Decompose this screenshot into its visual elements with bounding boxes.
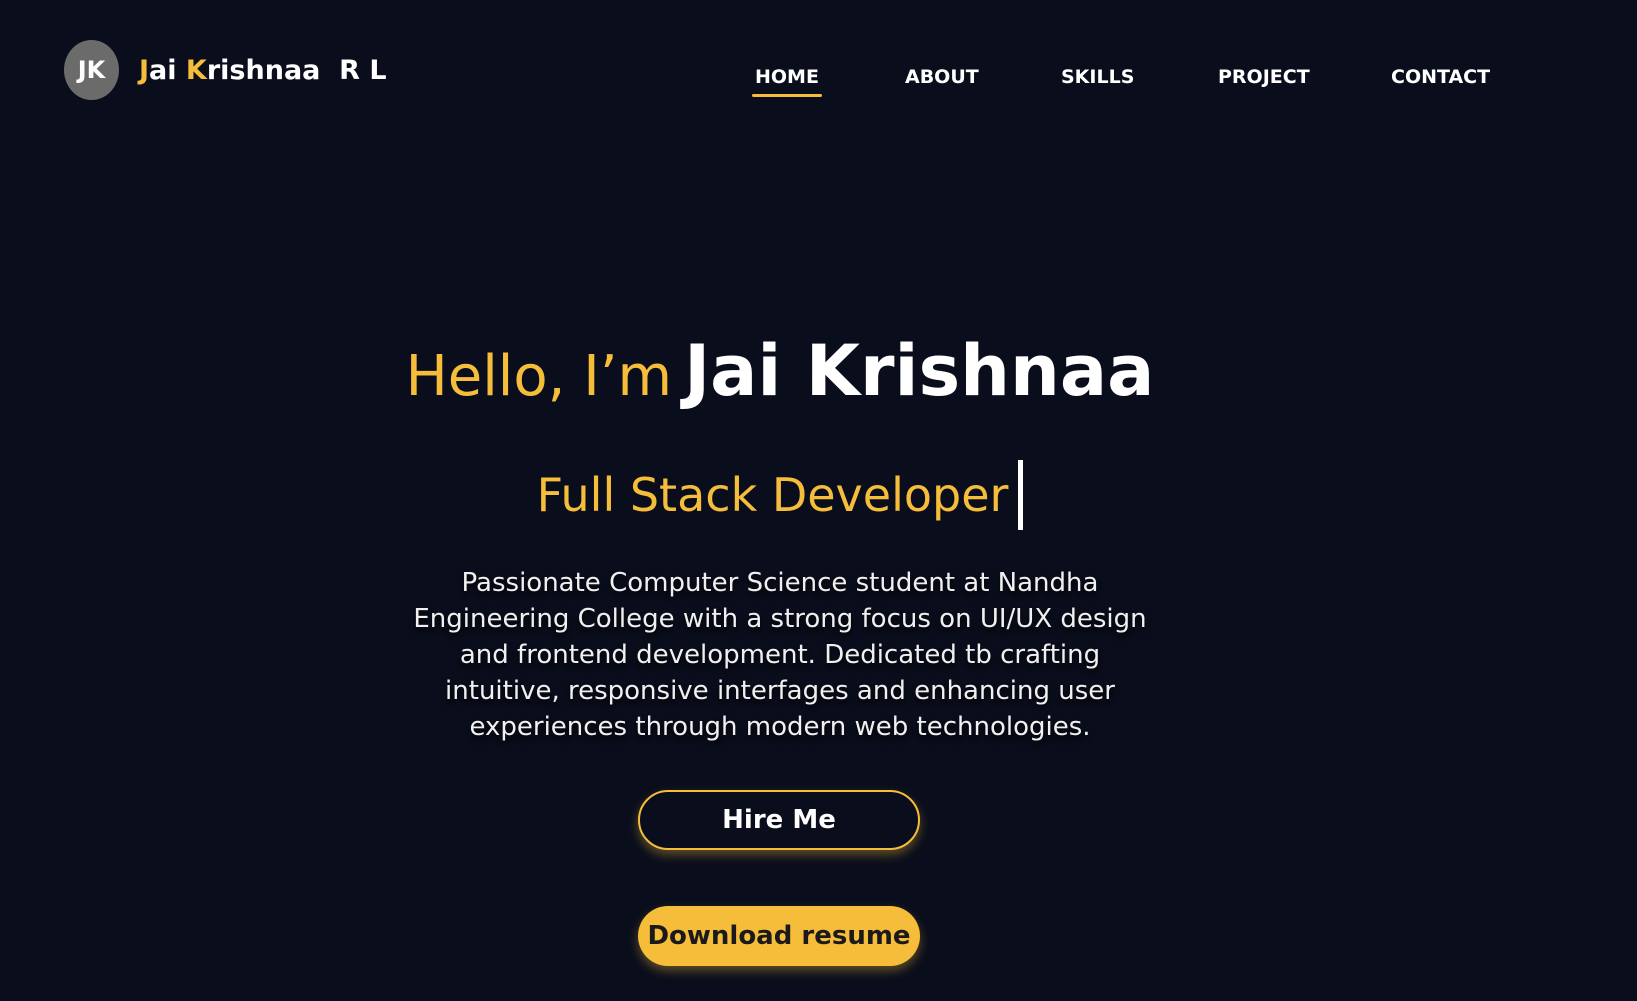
nav-item-contact[interactable]: CONTACT [1391,66,1490,88]
nav-item-project[interactable]: PROJECT [1218,66,1310,88]
greeting-text: Hello, I’m [405,344,673,409]
typing-cursor [1018,460,1024,530]
hero-name: Jai Krishnaa [684,330,1155,412]
nav-item-skills[interactable]: SKILLS [1061,66,1134,88]
download-resume-button[interactable]: Download resume [638,906,920,966]
role-text: Full Stack Developer [536,468,1009,522]
nav-item-home[interactable]: HOME [752,66,822,97]
hire-me-button[interactable]: Hire Me [638,790,920,850]
hero-role: Full Stack Developer [0,460,1560,530]
nav-item-about[interactable]: ABOUT [905,66,979,88]
site-header: JK Jai Krishnaa R L HOME ABOUT SKILLS PR… [0,0,1637,150]
portfolio-page: JK Jai Krishnaa R L HOME ABOUT SKILLS PR… [0,0,1637,1001]
main-nav: HOME ABOUT SKILLS PROJECT CONTACT [0,66,1637,106]
hero-description: Passionate Computer Science student at N… [413,568,1147,742]
hero-heading: Hello, I’m Jai Krishnaa [0,330,1560,412]
